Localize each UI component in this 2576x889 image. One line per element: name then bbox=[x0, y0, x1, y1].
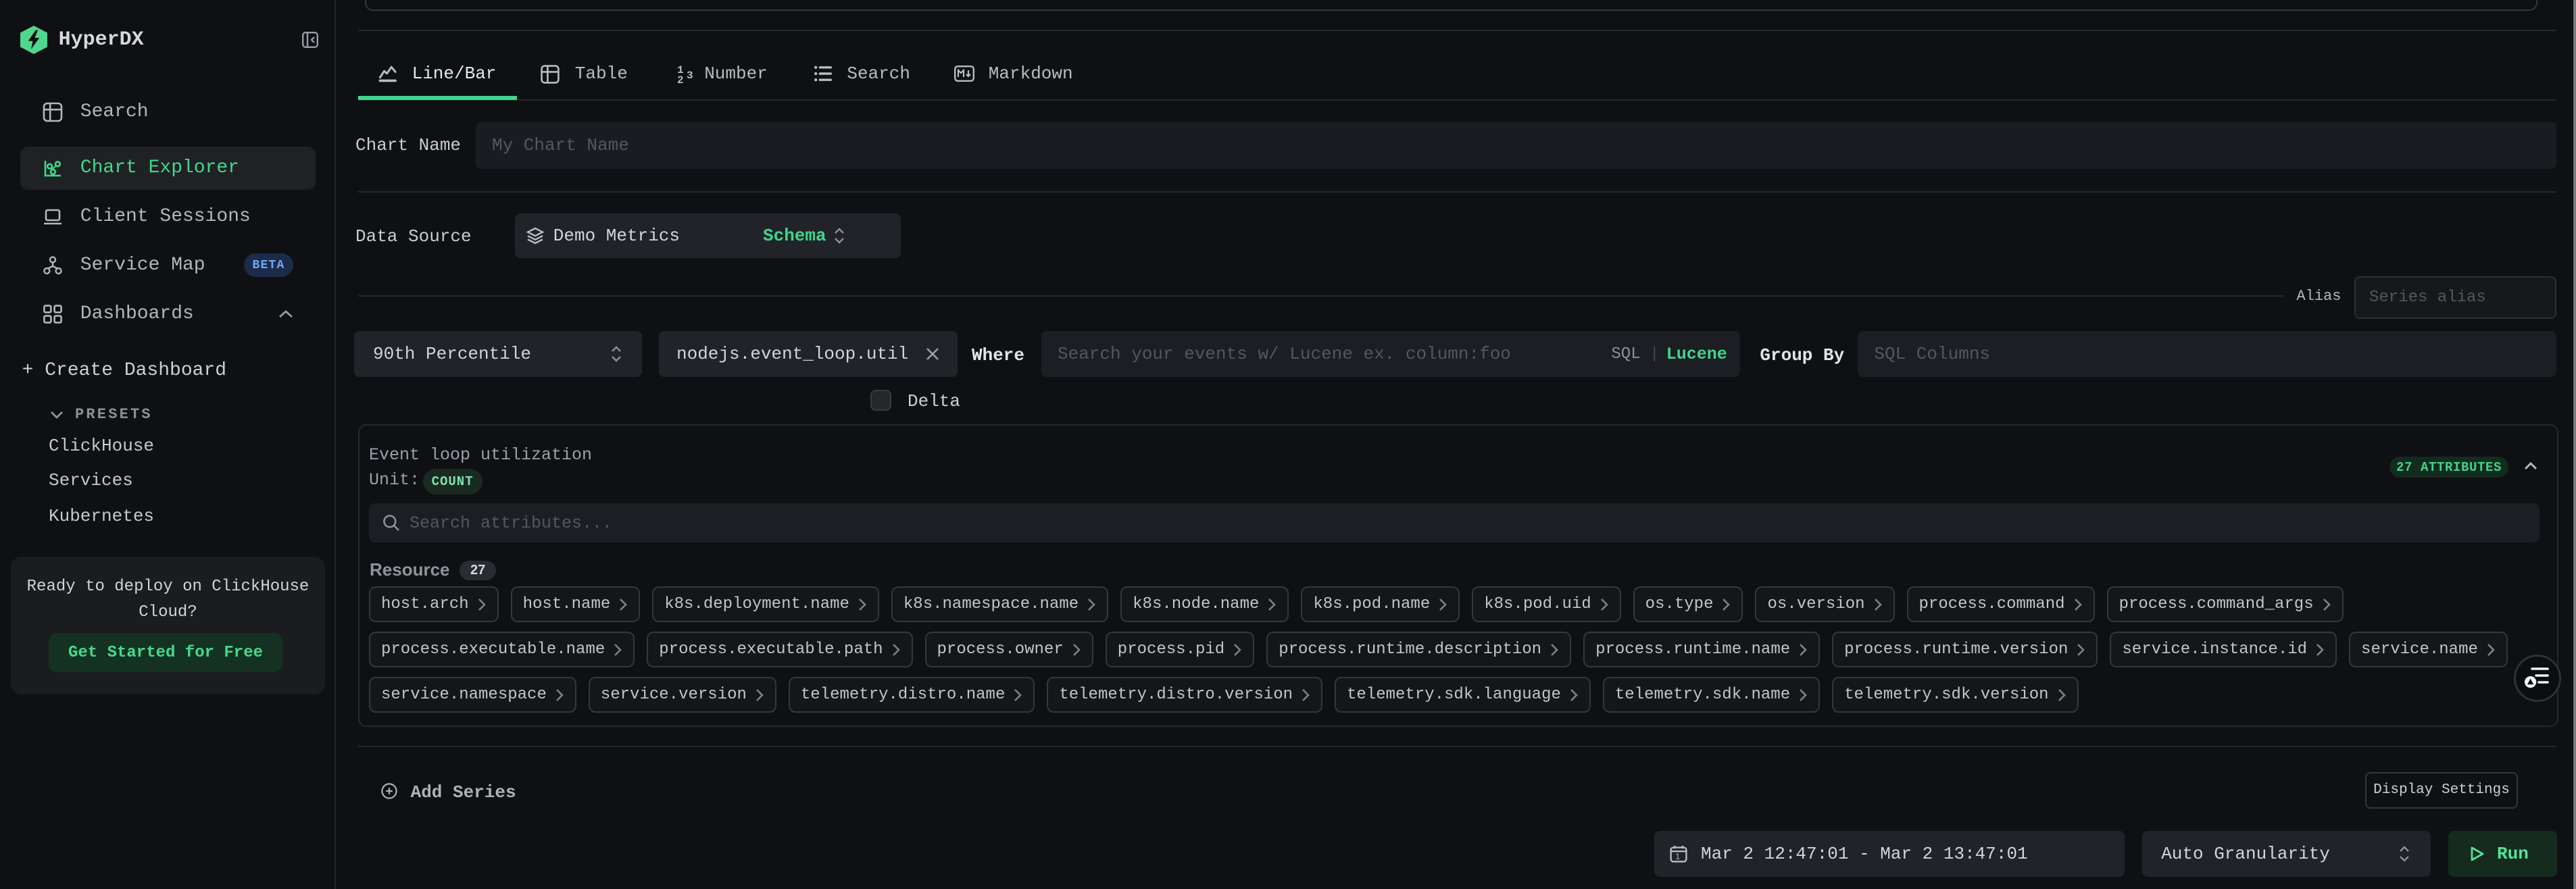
svg-text:1: 1 bbox=[1675, 852, 1680, 861]
svg-text:2: 2 bbox=[677, 74, 684, 84]
svg-text:3: 3 bbox=[687, 70, 693, 82]
